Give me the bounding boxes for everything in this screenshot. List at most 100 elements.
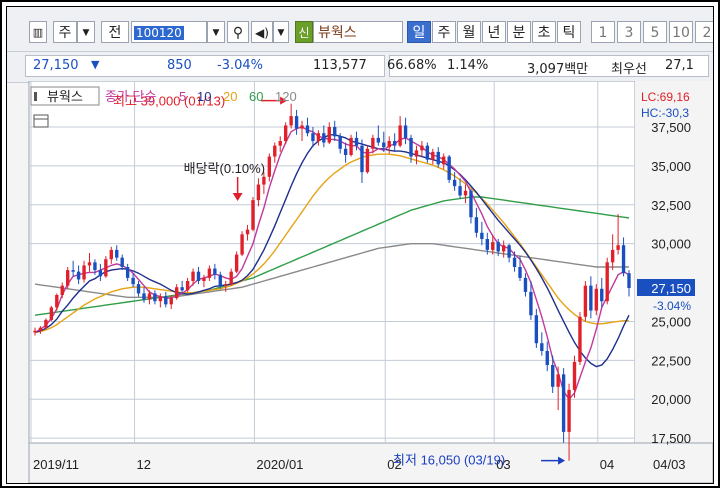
candle-body (463, 190, 468, 196)
candle-body (458, 186, 462, 196)
candle-body (82, 265, 86, 280)
tab-period-2[interactable]: 월 (457, 21, 481, 43)
candle-body (512, 257, 517, 267)
candle-body (191, 271, 195, 281)
candle-body (572, 361, 577, 390)
candle-body (523, 277, 528, 292)
search-icon[interactable]: ⚲ (227, 21, 249, 43)
candle-body (605, 262, 609, 302)
tab-period-3[interactable]: 년 (482, 21, 506, 43)
candle-body (589, 285, 593, 311)
candle-body (240, 234, 244, 255)
tab-number-2[interactable]: 5 (643, 21, 667, 43)
volume-value: 113,577 (313, 58, 367, 73)
candle-body (180, 287, 184, 291)
tab-number-0[interactable]: 1 (591, 21, 615, 43)
candle-body (278, 141, 282, 146)
candle-body (98, 270, 103, 277)
candle-body (142, 293, 146, 300)
mode-select[interactable]: 주 (53, 21, 77, 43)
legend-ma-label: 종가 단순 (105, 89, 156, 104)
candle-body (169, 298, 173, 305)
amount-value: 3,097백만 (527, 62, 589, 77)
jeon-button[interactable]: 전 (101, 21, 129, 43)
candle-body (164, 296, 168, 305)
candle-body (442, 156, 446, 165)
speaker-icon[interactable]: ◀) (251, 21, 273, 43)
candle-body (283, 125, 288, 141)
y-tick-label: 32,500 (651, 198, 691, 213)
legend-drag-icon (34, 92, 37, 101)
y-tick-label: 35,000 (651, 159, 691, 174)
candle-body (387, 141, 391, 148)
candle-body (518, 267, 522, 278)
dividend-annotation: 배당락(0.10%) (184, 161, 265, 176)
candle-body (376, 137, 381, 143)
code-dropdown-icon[interactable]: ▼ (207, 21, 225, 43)
x-tick-label: 2020/01 (256, 457, 303, 472)
candle-body (87, 262, 92, 266)
x-tick-label: 2019/11 (33, 457, 79, 472)
tab-period-6[interactable]: 틱 (557, 21, 581, 43)
candle-body (485, 239, 490, 250)
candle-body (109, 249, 113, 260)
candle-body (425, 145, 430, 160)
candle-body (610, 249, 615, 263)
jeon-label: 전 (108, 25, 122, 41)
lc-label: LC:69,16 (641, 90, 690, 104)
y-tick-label: 20,000 (651, 392, 691, 407)
quote-bar: 27,150 ▼ 850 -3.04% 113,577 66.68% 1.14%… (7, 51, 713, 83)
candle-body (540, 343, 544, 351)
candle-body (147, 293, 152, 300)
candle-body (431, 151, 435, 160)
candle-body (33, 330, 37, 333)
chevron-down-icon[interactable]: ▼ (77, 21, 95, 43)
tab-period-1[interactable]: 주 (432, 21, 456, 43)
change-pct: -3.04% (217, 58, 263, 73)
candle-body (436, 151, 440, 165)
candle-body (71, 270, 75, 272)
toolbar: ▥ 주 ▼ 전 100120 ▼ ⚲ ◀) ▼ 신 뷰웍스 일주월년분초틱 13… (7, 7, 713, 51)
code-value: 100120 (134, 26, 184, 40)
candle-body (567, 389, 571, 432)
candle-body (158, 296, 163, 302)
candle-body (218, 274, 222, 286)
down-arrow-icon: ▼ (91, 58, 100, 71)
change-value: 850 (167, 58, 192, 73)
candle-body (38, 327, 43, 331)
candle-body (125, 267, 130, 278)
x-tick-label: 04 (600, 457, 614, 472)
table-icon (33, 114, 49, 128)
ratio1-value: 66.68% (387, 58, 437, 73)
candle-body (583, 285, 588, 317)
legend-ma-10: 10 (197, 89, 211, 104)
candle-body (185, 281, 190, 291)
tab-period-4[interactable]: 분 (507, 21, 531, 43)
tab-period-0[interactable]: 일 (407, 21, 431, 43)
candle-body (333, 127, 337, 137)
candle-body (294, 116, 299, 129)
candle-body (76, 271, 81, 280)
price-chart[interactable]: 37,500 35,000 32,500 30,000 25,000 22,500 20,0… (7, 81, 713, 483)
stock-name-field[interactable]: 뷰웍스 (313, 21, 403, 43)
candle-body (49, 307, 54, 320)
candle-body (452, 179, 457, 187)
candle-body (245, 229, 250, 235)
candle-body (403, 125, 408, 138)
candle-body (474, 217, 479, 233)
candle-body (44, 319, 48, 328)
candle-body (273, 145, 277, 157)
speaker-dropdown-icon[interactable]: ▼ (273, 21, 289, 43)
hc-label: HC:-30,3 (641, 106, 689, 120)
ratio2-value: 1.14% (447, 58, 489, 73)
tab-number-3[interactable]: 10 (669, 21, 693, 43)
layout-icon[interactable]: ▥ (29, 21, 47, 43)
candle-body (496, 242, 500, 252)
tab-number-4[interactable]: 2 (695, 21, 713, 43)
bid-value: 27,1 (665, 58, 694, 73)
candle-body (578, 316, 582, 362)
candle-body (300, 125, 304, 129)
tab-period-5[interactable]: 초 (532, 21, 556, 43)
tab-number-1[interactable]: 3 (617, 21, 641, 43)
code-input[interactable]: 100120 (131, 21, 207, 43)
